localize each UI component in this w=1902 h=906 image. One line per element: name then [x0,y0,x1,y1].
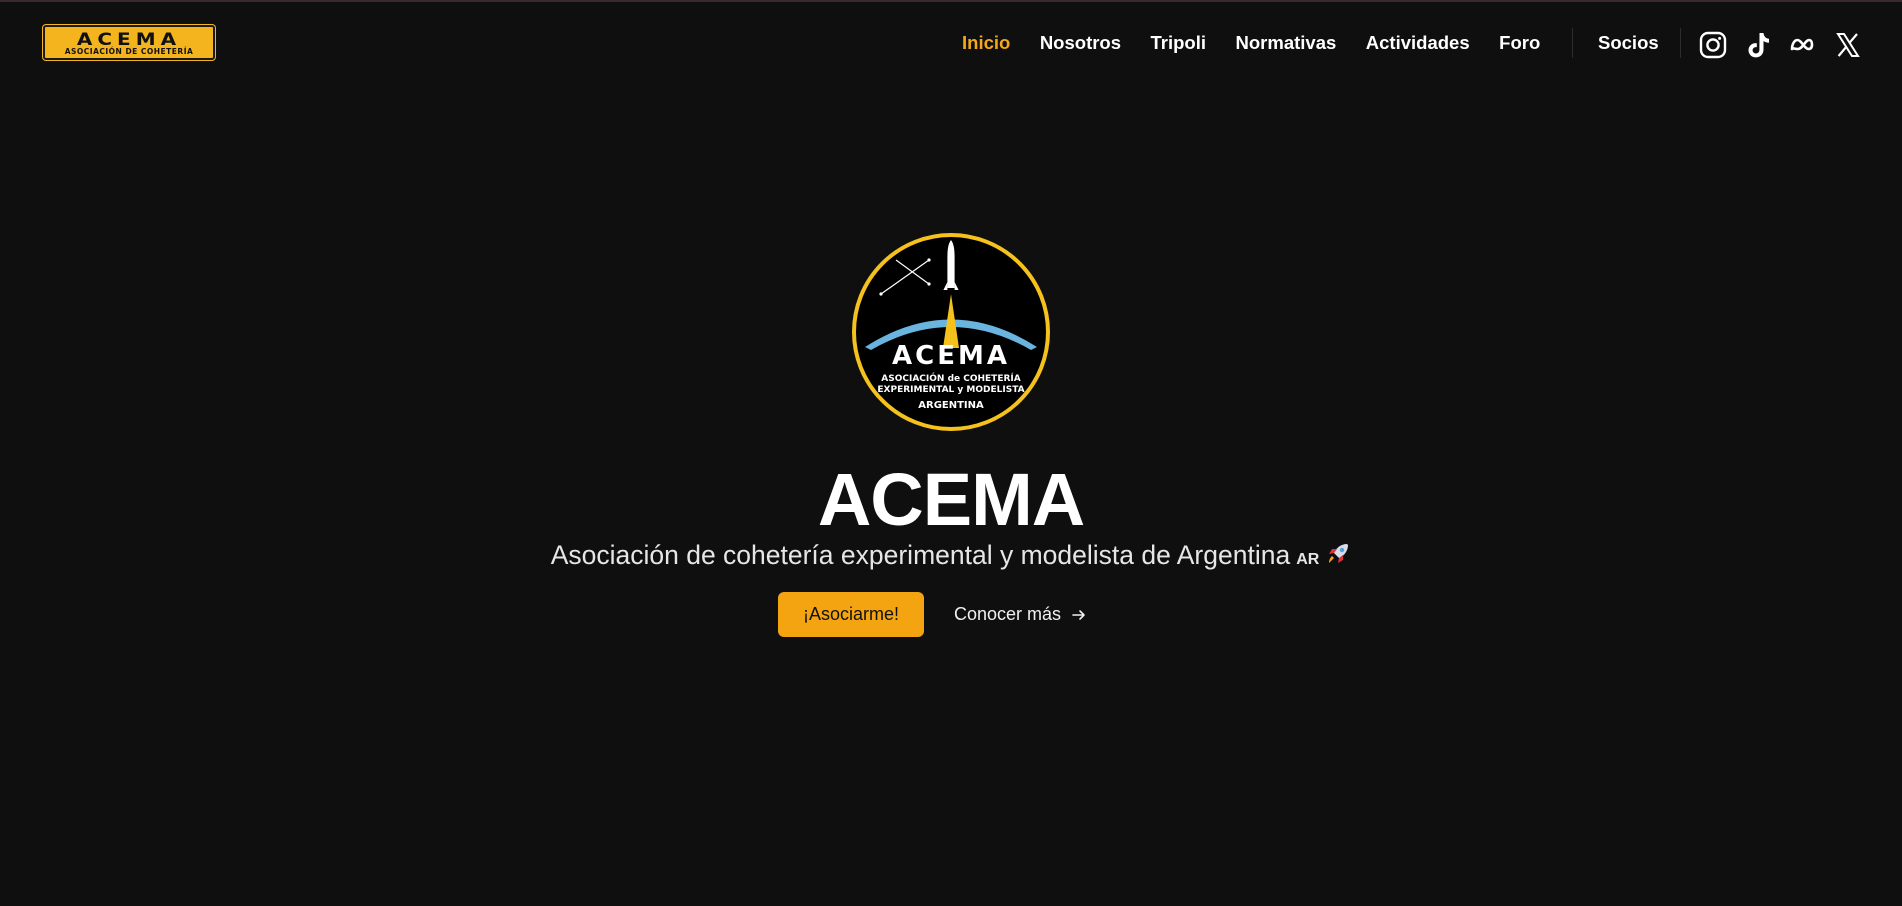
main-navigation: Inicio Nosotros Tripoli Normativas Activ… [962,30,1570,56]
arrow-right-icon [1072,609,1085,620]
hero-title: ACEMA [817,458,1085,541]
x-icon[interactable] [1833,30,1863,60]
emblem-line2: EXPERIMENTAL y MODELISTA [877,385,1024,395]
hero-subtitle: Asociación de cohetería experimental y m… [0,538,1902,577]
instagram-icon[interactable] [1698,30,1728,60]
nav-link-normativas[interactable]: Normativas [1236,32,1337,54]
rocket-icon [1325,541,1351,567]
site-header: ACEMA ASOCIACIÓN DE COHETERÍA Inicio Nos… [0,2,1902,82]
nav-link-socios[interactable]: Socios [1598,32,1659,54]
nav-link-foro[interactable]: Foro [1499,32,1540,54]
nav-divider [1572,28,1573,58]
nav-link-nosotros[interactable]: Nosotros [1040,32,1121,54]
conocer-mas-label: Conocer más [954,604,1062,624]
meta-icon[interactable] [1788,30,1818,60]
emblem-line3: ARGENTINA [918,400,984,411]
emblem-logotype: ACEMA [892,341,1010,371]
nav-link-actividades[interactable]: Actividades [1366,32,1470,54]
flag-code: AR [1296,551,1320,568]
nav-link-tripoli[interactable]: Tripoli [1151,32,1207,54]
asociarme-button[interactable]: ¡Asociarme! [778,592,924,637]
hero-subtitle-text: Asociación de cohetería experimental y m… [550,540,1291,570]
logo-mark: ACEMA [76,28,182,49]
nav-divider [1680,28,1681,58]
emblem-line1: ASOCIACIÓN de COHETERÍA [881,372,1020,384]
conocer-mas-button[interactable]: Conocer más [954,592,1087,637]
site-logo[interactable]: ACEMA ASOCIACIÓN DE COHETERÍA [43,25,215,60]
nav-link-inicio[interactable]: Inicio [962,32,1010,54]
acema-emblem: ACEMA ASOCIACIÓN de COHETERÍA EXPERIMENT… [851,232,1051,432]
tiktok-icon[interactable] [1743,30,1773,60]
